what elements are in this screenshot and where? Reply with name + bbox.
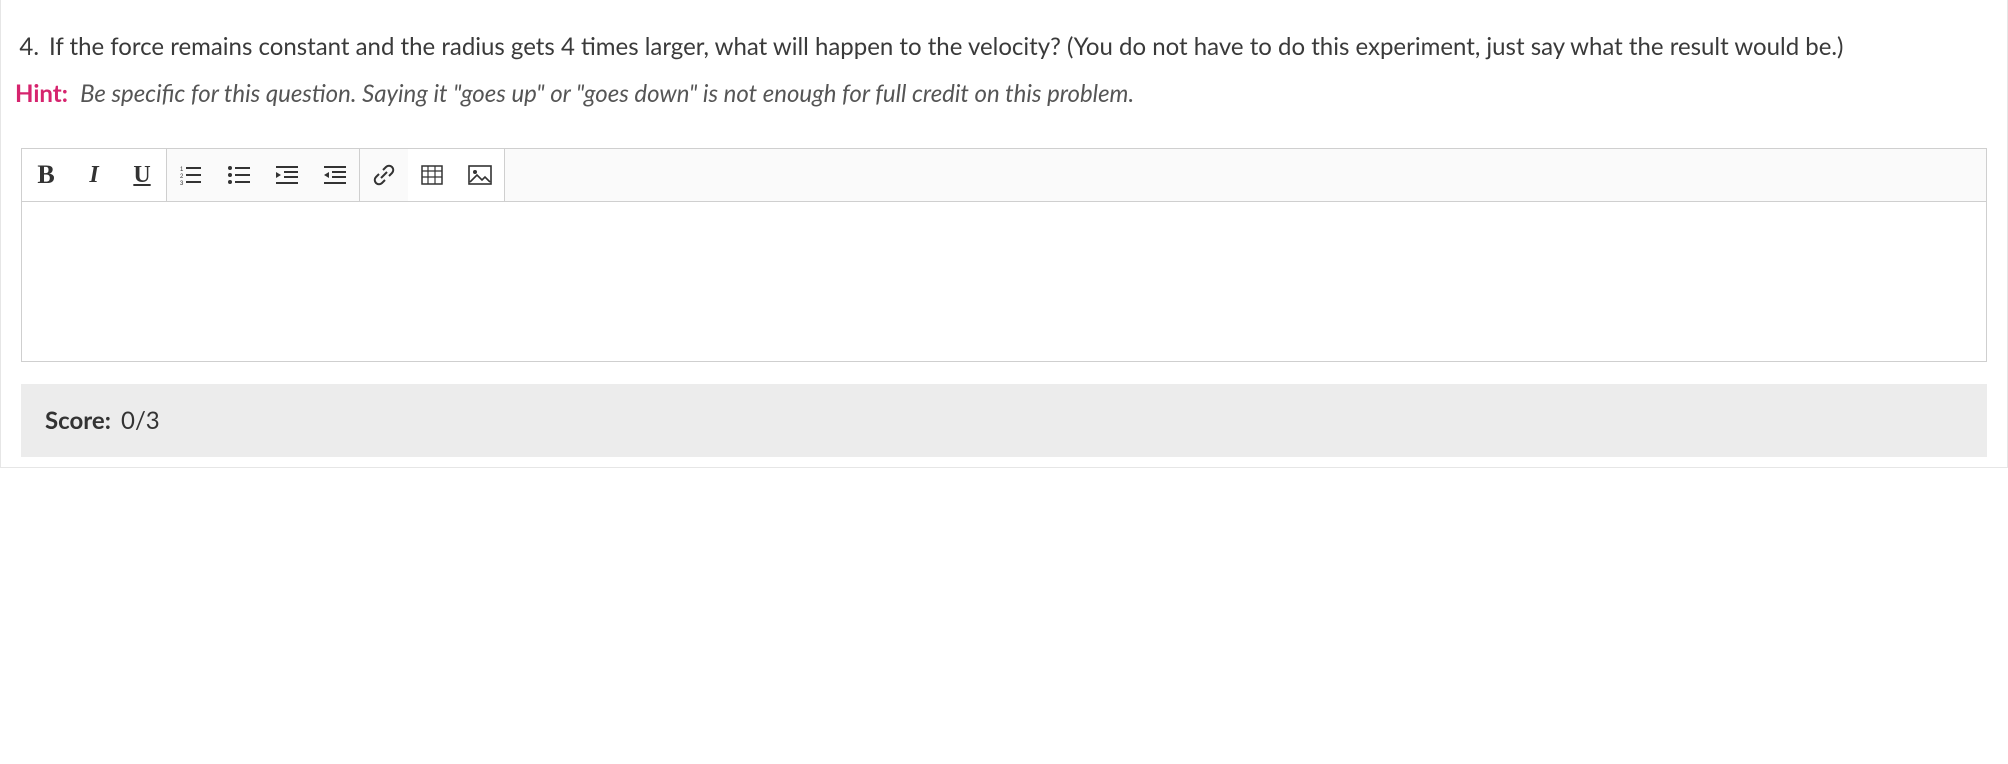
link-icon [373, 164, 395, 186]
svg-text:1: 1 [180, 167, 184, 173]
editor-toolbar: B I U 1 2 3 [21, 148, 1987, 202]
hint-row: Hint: Be specific for this question. Say… [1, 65, 2007, 120]
question-row: 4. If the force remains constant and the… [1, 0, 2007, 65]
link-button[interactable] [360, 149, 408, 201]
table-icon [421, 165, 443, 185]
ordered-list-button[interactable]: 1 2 3 [167, 149, 215, 201]
answer-textarea[interactable] [21, 202, 1987, 362]
table-button[interactable] [408, 149, 456, 201]
indent-button[interactable] [263, 149, 311, 201]
toolbar-group-text-style: B I U [22, 149, 167, 201]
underline-button[interactable]: U [118, 149, 166, 201]
svg-text:2: 2 [180, 174, 184, 180]
image-button[interactable] [456, 149, 504, 201]
bold-icon: B [37, 160, 54, 190]
outdent-icon [324, 165, 346, 185]
toolbar-group-insert [360, 149, 505, 201]
score-label: Score: [45, 406, 111, 435]
hint-text: Be specific for this question. Saying it… [80, 79, 1134, 108]
unordered-list-button[interactable] [215, 149, 263, 201]
score-bar: Score: 0/3 [21, 384, 1987, 457]
question-panel: 4. If the force remains constant and the… [0, 0, 2008, 468]
toolbar-group-lists: 1 2 3 [167, 149, 360, 201]
image-icon [468, 165, 492, 185]
rich-text-editor: B I U 1 2 3 [21, 148, 1987, 362]
indent-icon [276, 165, 298, 185]
question-number: 4. [15, 28, 49, 65]
unordered-list-icon [228, 165, 250, 185]
underline-icon: U [133, 162, 150, 189]
bold-button[interactable]: B [22, 149, 70, 201]
ordered-list-icon: 1 2 3 [180, 165, 202, 185]
hint-label: Hint: [15, 79, 74, 108]
score-value: 0/3 [121, 406, 160, 435]
svg-text:3: 3 [180, 181, 184, 185]
question-text: If the force remains constant and the ra… [49, 28, 1979, 65]
italic-button[interactable]: I [70, 149, 118, 201]
italic-icon: I [89, 162, 98, 189]
outdent-button[interactable] [311, 149, 359, 201]
